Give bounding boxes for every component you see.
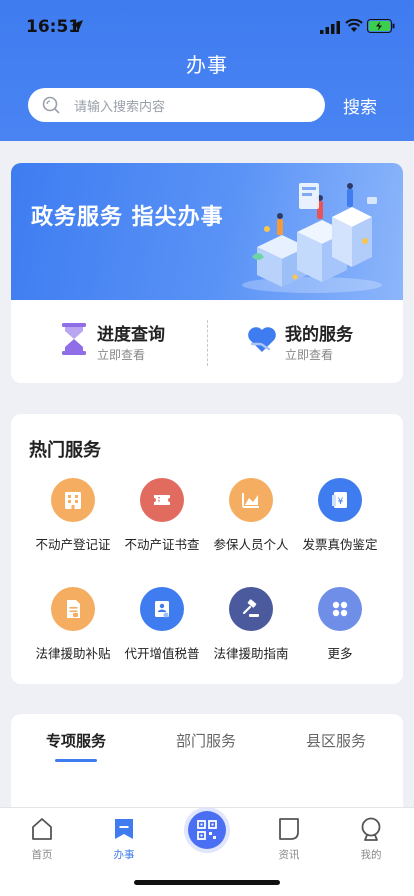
- document-icon: [51, 587, 95, 631]
- status-bar: 16:51: [0, 0, 414, 54]
- banner-card: 政务服务 指尖办事 进度查询 立即查看 我的服务 立即查看: [11, 163, 403, 383]
- service-label: 更多: [327, 646, 353, 661]
- search-placeholder: 请输入搜索内容: [74, 100, 166, 115]
- search-icon: [42, 96, 60, 114]
- tab-county-services[interactable]: 县区服务: [306, 730, 366, 751]
- user-icon: [361, 817, 381, 841]
- id-card-icon: [140, 587, 184, 631]
- nav-label: 我的: [360, 849, 382, 861]
- service-item[interactable]: 不动产登记证: [25, 478, 121, 568]
- nav-affairs[interactable]: 办事: [94, 816, 154, 872]
- banner-text: 政务服务 指尖办事: [31, 205, 224, 230]
- cellular-signal-icon: [320, 21, 340, 34]
- service-item[interactable]: ¥ 发票真伪鉴定: [292, 478, 388, 568]
- nav-mine[interactable]: 我的: [341, 816, 401, 872]
- quick-link-my-service[interactable]: 我的服务 立即查看: [247, 316, 403, 376]
- active-tab-indicator: [55, 759, 97, 762]
- hot-services-card: 热门服务 不动产登记证 不动产证书查 参保人员个人 ¥ 发票真伪鉴定 法律援助补…: [11, 414, 403, 684]
- nav-label: 首页: [31, 849, 53, 861]
- service-item[interactable]: 法律援助补贴: [25, 587, 121, 677]
- service-item[interactable]: 参保人员个人: [203, 478, 299, 568]
- more-icon: [318, 587, 362, 631]
- battery-charging-icon: [367, 19, 395, 33]
- search-input[interactable]: 请输入搜索内容: [28, 88, 325, 122]
- invoice-icon: ¥: [318, 478, 362, 522]
- home-icon: [32, 818, 52, 840]
- tab-special-services[interactable]: 专项服务: [46, 730, 106, 751]
- quick-link-subtitle: 立即查看: [285, 348, 334, 362]
- svg-text:¥: ¥: [338, 497, 344, 507]
- service-item[interactable]: 代开增值税普: [114, 587, 210, 677]
- ticket-icon: [140, 478, 184, 522]
- page-title: 办事: [186, 53, 228, 77]
- section-title: 热门服务: [29, 440, 101, 461]
- header: 16:51 办事 请输入搜索内容 搜索: [0, 0, 414, 141]
- nav-news[interactable]: 资讯: [259, 816, 319, 872]
- service-label: 发票真伪鉴定: [302, 537, 378, 552]
- chart-icon: [229, 478, 273, 522]
- divider: [207, 320, 208, 366]
- location-arrow-icon: [71, 20, 83, 32]
- quick-link-title: 我的服务: [285, 325, 353, 345]
- search-button[interactable]: 搜索: [343, 93, 377, 118]
- nav-label: 办事: [113, 849, 135, 861]
- quick-link-subtitle: 立即查看: [97, 348, 146, 362]
- tab-department-services[interactable]: 部门服务: [176, 730, 236, 751]
- bookmark-icon: [115, 819, 133, 839]
- quick-link-progress[interactable]: 进度查询 立即查看: [59, 316, 249, 376]
- quick-link-title: 进度查询: [97, 325, 165, 345]
- building-icon: [51, 478, 95, 522]
- wifi-icon: [345, 19, 363, 32]
- service-item-more[interactable]: 更多: [292, 587, 388, 677]
- banner[interactable]: 政务服务 指尖办事: [11, 163, 403, 300]
- government-service-illustration: [242, 183, 382, 293]
- service-item[interactable]: 法律援助指南: [203, 587, 299, 677]
- nav-label: 资讯: [278, 849, 300, 861]
- heart-hand-icon: [248, 327, 276, 352]
- news-icon: [279, 818, 299, 840]
- service-item[interactable]: 不动产证书查: [114, 478, 210, 568]
- hourglass-icon: [62, 323, 86, 355]
- qr-code-icon: [197, 820, 217, 840]
- scan-qr-button[interactable]: [188, 811, 226, 849]
- home-indicator[interactable]: [134, 880, 280, 885]
- gavel-icon: [229, 587, 273, 631]
- nav-home[interactable]: 首页: [12, 816, 72, 872]
